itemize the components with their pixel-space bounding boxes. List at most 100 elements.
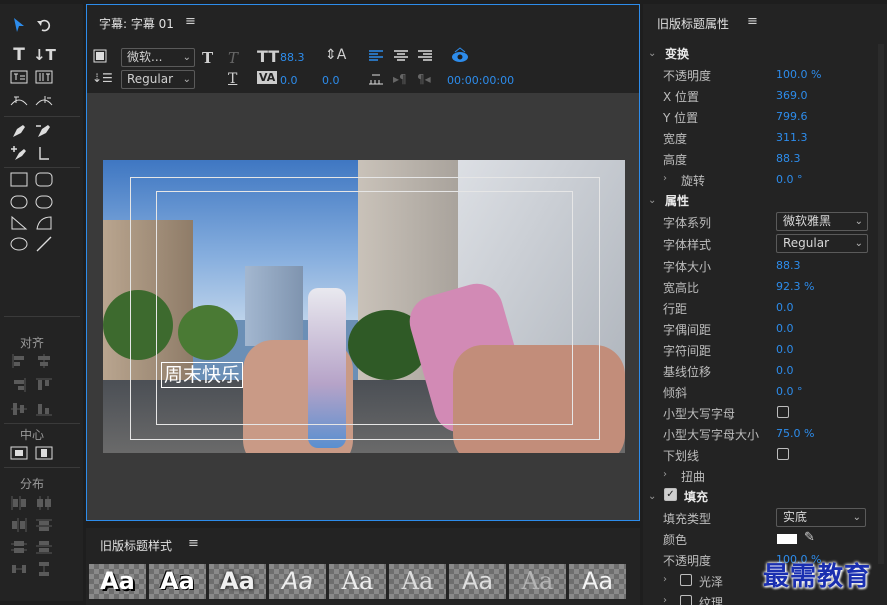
chevron-right-icon[interactable]: › [663,595,667,605]
align-right-icon[interactable] [8,376,30,394]
style-swatch-4[interactable]: Aa [269,564,326,599]
pen-tool-icon[interactable] [8,122,30,140]
style-swatch-9[interactable]: Aa [569,564,626,599]
smallcaps-checkbox[interactable] [777,406,789,418]
distribute-middle-v-icon[interactable] [8,538,30,556]
rotation-value[interactable]: 0.0 ° [776,173,803,186]
chevron-right-icon[interactable]: › [663,173,667,184]
font-style-dropdown[interactable]: Regular ⌄ [121,70,195,89]
distribute-center-h-icon[interactable] [33,494,55,512]
timecode-value[interactable]: 00:00:00:00 [447,74,514,87]
styles-menu-icon[interactable]: ≡ [188,536,199,551]
font-family-dropdown[interactable]: 微软雅黑 ⌄ [776,212,868,231]
align-center-h-icon[interactable] [33,352,55,370]
play-marker-icon[interactable]: ▸¶ [393,72,407,86]
aspect-value[interactable]: 92.3 % [776,280,814,293]
bold-icon[interactable]: T [202,49,213,67]
underline-checkbox[interactable] [777,448,789,460]
slant-value[interactable]: 0.0 ° [776,385,803,398]
chevron-down-icon[interactable]: ⌄ [648,48,656,59]
style-swatch-7[interactable]: Aa [449,564,506,599]
wedge-tool-icon[interactable] [8,214,30,232]
style-swatch-5[interactable]: Aa [329,564,386,599]
leading-value[interactable]: 0.0 [776,301,794,314]
show-background-video-icon[interactable] [451,47,469,66]
arc-tool-icon[interactable] [33,214,55,232]
style-swatch-6[interactable]: Aa [389,564,446,599]
align-text-right-icon[interactable] [417,49,433,66]
transform-section[interactable]: 变换 [665,45,689,62]
rectangle-tool-icon[interactable] [8,171,30,189]
align-left-icon[interactable] [8,352,30,370]
rounded-rectangle-tool-icon[interactable] [33,171,55,189]
height-value[interactable]: 88.3 [776,152,801,165]
center-horizontal-icon[interactable] [8,444,30,462]
clipped-rectangle-tool-icon[interactable] [8,193,30,211]
kerning-value[interactable]: 0.0 [776,322,794,335]
distribute-top-icon[interactable] [33,516,55,534]
add-anchor-tool-icon[interactable] [8,144,30,162]
opacity-value[interactable]: 100.0 % [776,68,821,81]
distribute-left-icon[interactable] [8,494,30,512]
tab-stops-ruler-icon[interactable] [368,72,384,89]
chevron-down-icon[interactable]: ⌄ [648,195,656,206]
style-swatch-2[interactable]: Aa [149,564,206,599]
style-swatch-8[interactable]: Aa [509,564,566,599]
distribute-vertical-even-icon[interactable] [33,560,55,578]
vertical-path-type-tool-icon[interactable] [33,92,55,110]
convert-anchor-tool-icon[interactable] [33,144,55,162]
selection-tool-icon[interactable] [8,16,30,34]
distribute-horizontal-even-icon[interactable] [8,560,30,578]
color-swatch[interactable] [777,534,797,544]
texture-checkbox[interactable] [680,595,692,605]
kerning-value[interactable]: 0.0 [280,74,298,87]
align-text-left-icon[interactable] [368,49,384,66]
props-menu-icon[interactable]: ≡ [747,14,758,29]
back-marker-icon[interactable]: ¶◂ [417,72,431,86]
align-text-center-icon[interactable] [393,49,409,66]
font-family-dropdown[interactable]: 微软... ⌄ [121,48,195,67]
font-style-dropdown[interactable]: Regular ⌄ [776,234,868,253]
ellipse-tool-icon[interactable] [8,235,30,253]
ypos-value[interactable]: 799.6 [776,110,808,123]
chevron-right-icon[interactable]: › [663,574,667,585]
italic-icon[interactable]: T [228,49,238,67]
chevron-down-icon[interactable]: ⌄ [648,491,656,502]
underline-icon[interactable]: T [228,71,237,87]
video-preview-canvas[interactable]: 周末快乐 [103,160,625,453]
fill-checkbox[interactable]: ✓ [664,488,677,501]
vertical-area-type-tool-icon[interactable] [33,68,55,86]
distribute-bottom-icon[interactable] [33,538,55,556]
chevron-right-icon[interactable]: › [663,469,667,480]
editor-menu-icon[interactable]: ≡ [185,14,196,29]
baseline-value[interactable]: 0.0 [776,364,794,377]
attributes-section[interactable]: 属性 [665,192,689,209]
delete-anchor-tool-icon[interactable] [33,122,55,140]
fill-type-dropdown[interactable]: 实底 ⌄ [776,508,866,527]
align-middle-v-icon[interactable] [8,400,30,418]
sheen-checkbox[interactable] [680,574,692,586]
fill-section[interactable]: 填充 [684,488,708,505]
area-type-tool-icon[interactable] [8,68,30,86]
props-scrollbar[interactable] [878,44,884,564]
tab-stops-icon[interactable]: ⇣☰ [92,71,113,85]
eyedropper-icon[interactable]: ✎ [804,530,815,545]
style-swatch-1[interactable]: Aa [89,564,146,599]
align-bottom-icon[interactable] [33,400,55,418]
subtitle-text-box[interactable]: 周末快乐 [161,362,244,388]
style-swatch-3[interactable]: Aa [209,564,266,599]
roll-crawl-options-icon[interactable] [93,49,107,66]
leading-value[interactable]: 0.0 [322,74,340,87]
font-size-value[interactable]: 88.3 [280,51,305,64]
rounded-corner-rectangle-tool-icon[interactable] [33,193,55,211]
smallcaps-size-value[interactable]: 75.0 % [776,427,814,440]
distribute-right-icon[interactable] [8,516,30,534]
width-value[interactable]: 311.3 [776,131,808,144]
type-tool-icon[interactable]: T [8,46,30,64]
vertical-type-tool-icon[interactable]: ↓T [33,46,56,64]
tracking-value[interactable]: 0.0 [776,343,794,356]
line-tool-icon[interactable] [33,235,55,253]
xpos-value[interactable]: 369.0 [776,89,808,102]
font-size-value[interactable]: 88.3 [776,259,801,272]
path-type-tool-icon[interactable] [8,92,30,110]
